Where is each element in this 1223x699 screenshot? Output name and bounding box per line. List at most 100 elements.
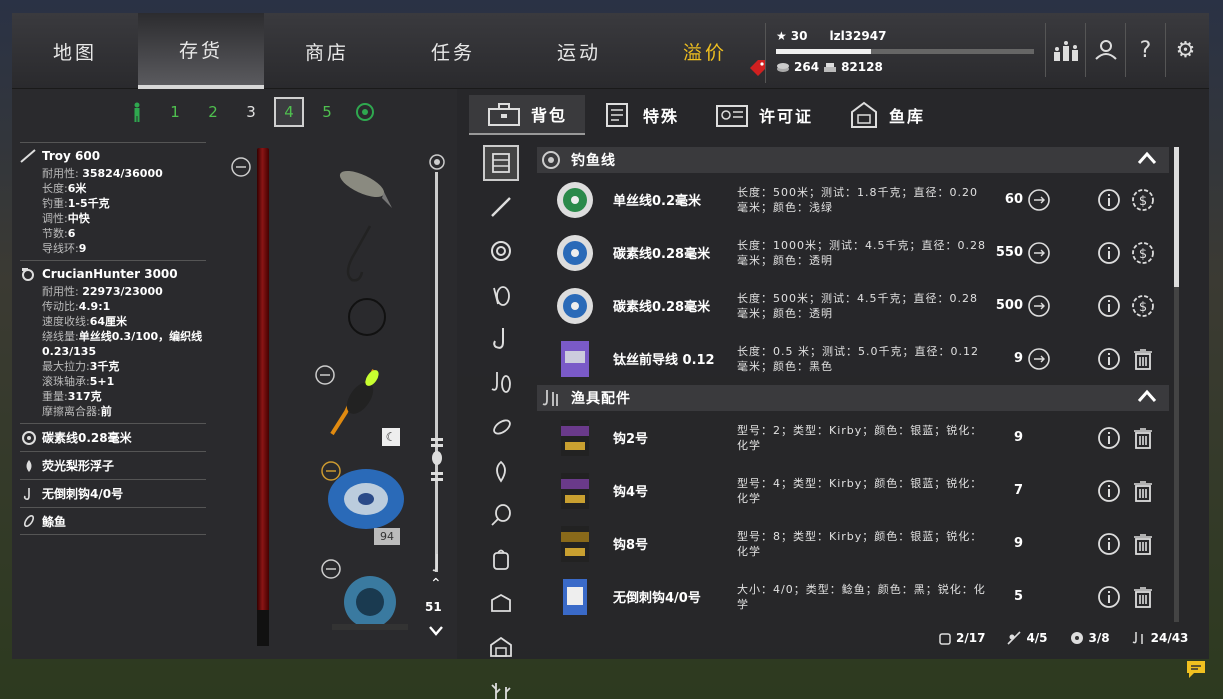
category-lines[interactable] bbox=[483, 233, 519, 269]
item-quantity: 500 bbox=[995, 298, 1023, 313]
line-depth-slider[interactable] bbox=[435, 172, 438, 572]
spool-equip-icon[interactable] bbox=[1027, 347, 1051, 371]
inventory-list: 钓鱼线 单丝线0.2毫米 长度：500米；测试：1.8千克；直径：0.20毫米；… bbox=[537, 147, 1169, 627]
player-profile[interactable]: ★ 30 lzl32947 264 82128 bbox=[765, 23, 1045, 83]
tackle-icon bbox=[1132, 632, 1143, 644]
float-image[interactable] bbox=[324, 364, 384, 444]
rod-slot-1[interactable]: 1 bbox=[160, 97, 190, 127]
category-leaf-lures[interactable] bbox=[483, 497, 519, 533]
category-boxes[interactable] bbox=[483, 585, 519, 621]
category-rods[interactable] bbox=[483, 189, 519, 225]
leaderboard-button[interactable] bbox=[1045, 23, 1085, 77]
spool-equip-icon[interactable] bbox=[1027, 241, 1051, 265]
rod-slot-5[interactable]: 5 bbox=[312, 97, 342, 127]
tab-fish-storage[interactable]: 鱼库 bbox=[831, 95, 943, 135]
item-name: 钩4号 bbox=[613, 485, 649, 500]
category-bags[interactable] bbox=[483, 541, 519, 577]
info-icon[interactable] bbox=[1097, 532, 1121, 556]
nav-tab-map[interactable]: 地图 bbox=[12, 13, 138, 89]
equipped-line[interactable]: 碳素线0.28毫米 bbox=[20, 423, 206, 451]
nav-tab-missions[interactable]: 任务 bbox=[390, 13, 516, 89]
chat-icon[interactable] bbox=[1185, 658, 1207, 680]
category-misc[interactable] bbox=[483, 673, 519, 699]
spool-equip-icon[interactable] bbox=[1027, 188, 1051, 212]
category-floats[interactable] bbox=[483, 365, 519, 401]
list-item[interactable]: 钩2号 型号：2；类型：Kirby；颜色：银蓝；锐化：化学 9 bbox=[537, 411, 1169, 464]
tab-backpack[interactable]: 背包 bbox=[469, 95, 586, 135]
category-hooks[interactable] bbox=[483, 321, 519, 357]
info-icon[interactable] bbox=[1097, 585, 1121, 609]
rod-slot-3[interactable]: 3 bbox=[236, 97, 266, 127]
bait-fish-image[interactable] bbox=[334, 162, 394, 212]
trash-icon[interactable] bbox=[1131, 347, 1155, 371]
depth-up-button[interactable]: ⌃ bbox=[430, 576, 442, 592]
rod-reel-icon bbox=[1007, 631, 1022, 645]
inventory-scrollbar[interactable] bbox=[1174, 147, 1179, 622]
info-icon[interactable] bbox=[1097, 347, 1121, 371]
sell-icon[interactable]: $ bbox=[1131, 294, 1155, 318]
rod-image[interactable] bbox=[257, 148, 269, 644]
rod-slot-4[interactable]: 4 bbox=[274, 97, 304, 127]
friends-button[interactable] bbox=[1085, 23, 1125, 77]
section-header-terminal-tackle[interactable]: 渔具配件 bbox=[537, 385, 1169, 411]
equipped-bait[interactable]: 鲦鱼 bbox=[20, 507, 206, 535]
category-all[interactable] bbox=[483, 145, 519, 181]
line-spool-icon bbox=[491, 241, 511, 261]
float-hook-icon bbox=[491, 372, 511, 393]
depth-slider-handle[interactable] bbox=[429, 438, 445, 486]
sell-icon[interactable]: $ bbox=[1131, 188, 1155, 212]
leader-line-image[interactable] bbox=[342, 292, 392, 342]
rod-slot-2[interactable]: 2 bbox=[198, 97, 228, 127]
trash-icon[interactable] bbox=[1131, 585, 1155, 609]
list-item[interactable]: 钛丝前导线 0.12 长度：0.5 米；测试：5.0千克；直径：0.12 毫米；… bbox=[537, 332, 1169, 385]
list-item[interactable]: 碳素线0.28毫米 长度：500米；测试：4.5千克；直径：0.28毫米；颜色：… bbox=[537, 279, 1169, 332]
trash-icon[interactable] bbox=[1131, 532, 1155, 556]
info-icon[interactable] bbox=[1097, 188, 1121, 212]
category-storage[interactable] bbox=[483, 629, 519, 665]
item-description: 型号：8；类型：Kirby；颜色：银蓝；锐化：化学 bbox=[737, 529, 983, 558]
hook-image[interactable] bbox=[340, 224, 380, 284]
rod-stat: 钓重:1-5千克 bbox=[42, 197, 110, 210]
tab-special[interactable]: 特殊 bbox=[585, 95, 697, 135]
settings-button[interactable]: ⚙ bbox=[1165, 23, 1205, 77]
category-baits[interactable] bbox=[483, 409, 519, 445]
svg-text:$: $ bbox=[1139, 194, 1147, 209]
svg-text:$: $ bbox=[1139, 247, 1147, 262]
category-attractants[interactable] bbox=[483, 453, 519, 489]
trash-icon[interactable] bbox=[1131, 426, 1155, 450]
list-item[interactable]: 碳素线0.28毫米 长度：1000米；测试：4.5千克；直径：0.28毫米；颜色… bbox=[537, 226, 1169, 279]
reel-image[interactable] bbox=[322, 566, 414, 642]
sell-icon[interactable]: $ bbox=[1131, 241, 1155, 265]
nav-tab-shop[interactable]: 商店 bbox=[264, 13, 390, 89]
help-button[interactable]: ? bbox=[1125, 23, 1165, 77]
item-name: 碳素线0.28毫米 bbox=[613, 247, 711, 262]
nav-tab-sport[interactable]: 运动 bbox=[516, 13, 642, 89]
list-item[interactable]: 钩8号 型号：8；类型：Kirby；颜色：银蓝；锐化：化学 9 bbox=[537, 517, 1169, 570]
item-quantity: 60 bbox=[1004, 192, 1023, 207]
equipped-float[interactable]: 荧光梨形浮子 bbox=[20, 451, 206, 479]
depth-down-button[interactable] bbox=[429, 626, 443, 636]
add-slot-button[interactable] bbox=[350, 97, 380, 127]
chevron-up-icon[interactable] bbox=[1137, 389, 1157, 403]
info-icon[interactable] bbox=[1097, 479, 1121, 503]
spool-equip-icon[interactable] bbox=[1027, 294, 1051, 318]
item-quantity: 550 bbox=[995, 245, 1023, 260]
list-item[interactable]: 单丝线0.2毫米 长度：500米；测试：1.8千克；直径：0.20毫米；颜色：浅… bbox=[537, 173, 1169, 226]
trash-icon[interactable] bbox=[1131, 479, 1155, 503]
line-spool-thumbnail bbox=[557, 234, 593, 271]
line-spool-image[interactable] bbox=[326, 464, 406, 534]
nav-tab-inventory[interactable]: 存货 bbox=[138, 13, 264, 89]
list-item[interactable]: 钩4号 型号：4；类型：Kirby；颜色：银蓝；锐化：化学 7 bbox=[537, 464, 1169, 517]
tab-licenses[interactable]: 许可证 bbox=[697, 95, 831, 135]
section-header-lines[interactable]: 钓鱼线 bbox=[537, 147, 1169, 173]
info-icon[interactable] bbox=[1097, 241, 1121, 265]
player-level: 30 bbox=[790, 29, 808, 43]
rod-stat: 耐用性: 35824/36000 bbox=[42, 167, 163, 180]
equipped-hook[interactable]: 无倒刺钩4/0号 bbox=[20, 479, 206, 507]
category-lures[interactable] bbox=[483, 277, 519, 313]
rod-stat: 调性:中快 bbox=[42, 212, 90, 225]
info-icon[interactable] bbox=[1097, 426, 1121, 450]
list-item[interactable]: 无倒刺钩4/0号 大小：4/0；类型：鲶鱼；颜色：黑；锐化：化学 5 bbox=[537, 570, 1169, 623]
chevron-up-icon[interactable] bbox=[1137, 151, 1157, 165]
info-icon[interactable] bbox=[1097, 294, 1121, 318]
